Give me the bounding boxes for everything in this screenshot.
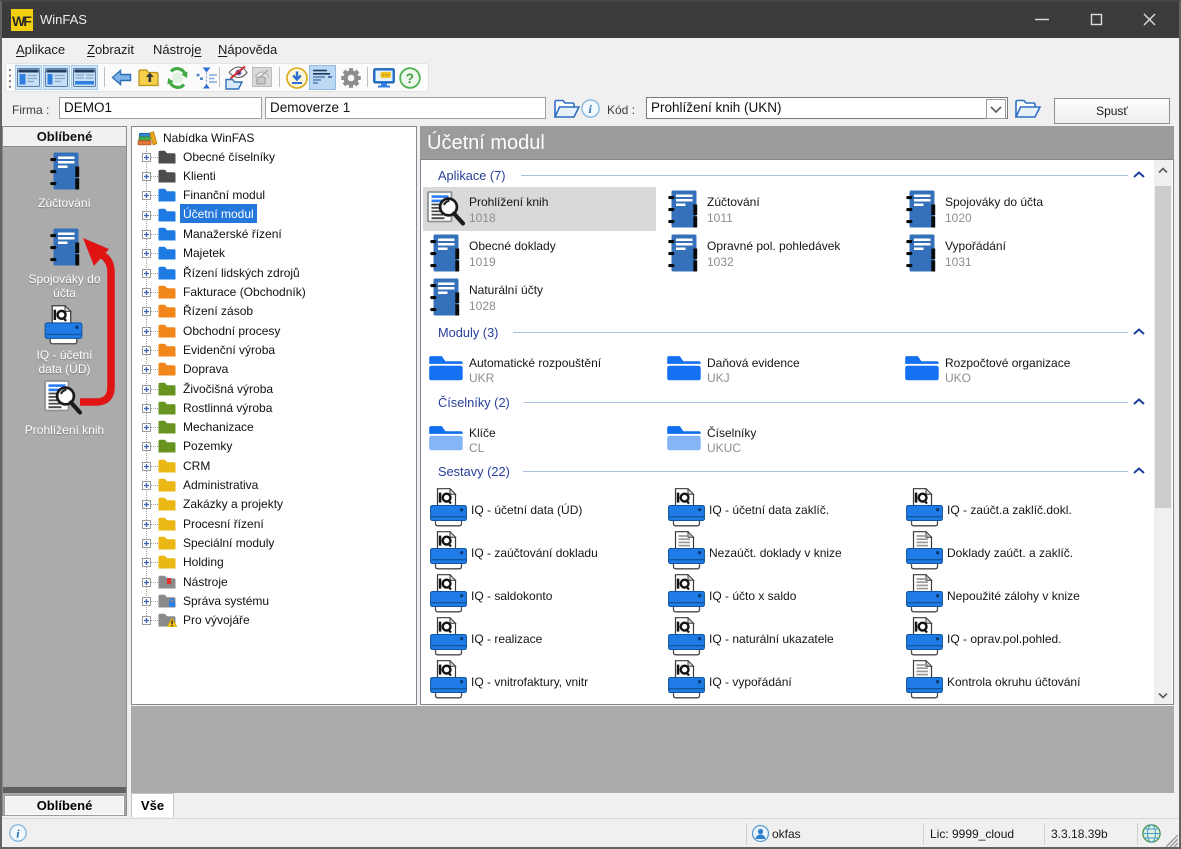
svg-text:?: ?	[406, 71, 414, 86]
